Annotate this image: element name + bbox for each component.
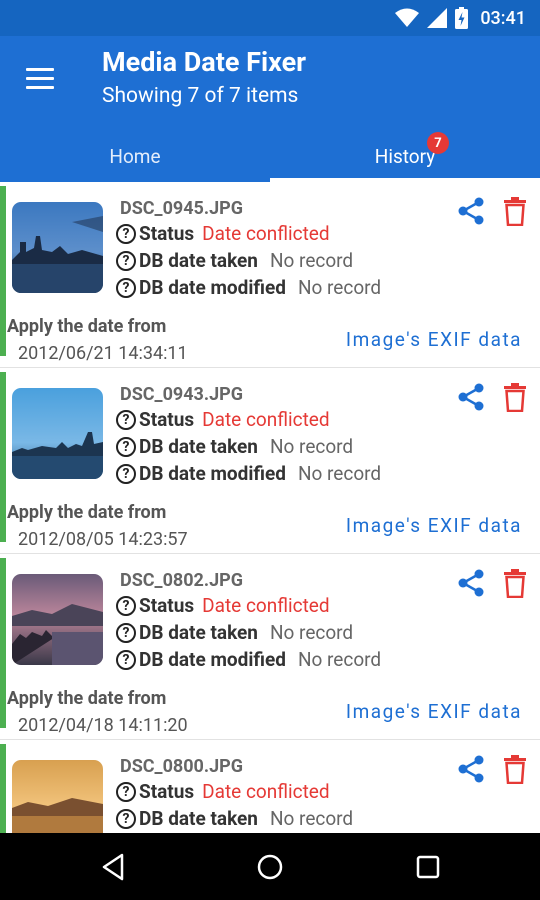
date-source-link[interactable]: Image's EXIF data xyxy=(346,514,522,537)
share-icon[interactable] xyxy=(456,382,486,412)
status-bar: 03:41 xyxy=(0,0,540,36)
tab-history-label: History xyxy=(374,144,436,168)
help-icon[interactable]: ? xyxy=(116,622,136,643)
list-item[interactable]: DSC_0800.JPG ? Status Date conflicted ? … xyxy=(0,740,540,833)
apply-date-label: Apply the date from xyxy=(7,688,167,709)
status-icons: 03:41 xyxy=(395,6,526,30)
file-name: DSC_0943.JPG xyxy=(120,384,244,405)
status-label: Status xyxy=(139,780,195,803)
app-bar: Media Date Fixer Showing 7 of 7 items Ho… xyxy=(0,36,540,182)
help-icon[interactable]: ? xyxy=(116,595,136,616)
db-modified-value: No record xyxy=(297,276,382,299)
db-taken-label: DB date taken xyxy=(139,807,258,830)
item-accent-bar xyxy=(0,372,6,542)
file-name: DSC_0800.JPG xyxy=(120,756,244,777)
battery-icon xyxy=(455,7,469,29)
list-item[interactable]: DSC_0945.JPG ? Status Date conflicted ? … xyxy=(0,182,540,368)
share-icon[interactable] xyxy=(456,754,486,784)
delete-icon[interactable] xyxy=(502,754,528,784)
help-icon[interactable]: ? xyxy=(116,808,136,829)
status-value: Date conflicted xyxy=(202,222,330,245)
back-icon[interactable] xyxy=(98,851,130,883)
item-accent-bar xyxy=(0,744,6,833)
db-taken-row: ? DB date taken No record xyxy=(116,807,353,830)
date-source-link[interactable]: Image's EXIF data xyxy=(346,700,522,723)
share-icon[interactable] xyxy=(456,196,486,226)
tab-home[interactable]: Home xyxy=(0,130,270,182)
db-modified-value: No record xyxy=(297,648,382,671)
apply-date-value: 2012/08/05 14:23:57 xyxy=(18,529,188,550)
item-accent-bar xyxy=(0,186,6,356)
db-taken-row: ? DB date taken No record xyxy=(116,249,353,272)
history-count-badge: 7 xyxy=(427,132,449,154)
db-taken-value: No record xyxy=(269,435,354,458)
apply-date-label: Apply the date from xyxy=(7,316,167,337)
db-taken-label: DB date taken xyxy=(139,621,258,644)
apply-date-value: 2012/04/18 14:11:20 xyxy=(18,715,188,736)
db-taken-row: ? DB date taken No record xyxy=(116,435,353,458)
tab-home-label: Home xyxy=(109,144,161,168)
file-name: DSC_0945.JPG xyxy=(120,198,244,219)
db-taken-value: No record xyxy=(269,807,354,830)
status-row: ? Status Date conflicted xyxy=(116,408,330,431)
status-row: ? Status Date conflicted xyxy=(116,780,330,803)
db-modified-value: No record xyxy=(297,462,382,485)
status-time: 03:41 xyxy=(480,7,526,29)
status-value: Date conflicted xyxy=(202,780,330,803)
photo-thumbnail[interactable] xyxy=(12,202,103,293)
signal-icon xyxy=(427,8,448,28)
photo-thumbnail[interactable] xyxy=(12,574,103,665)
status-label: Status xyxy=(139,222,195,245)
status-value: Date conflicted xyxy=(202,408,330,431)
tab-history[interactable]: History 7 xyxy=(270,130,540,182)
photo-thumbnail[interactable] xyxy=(12,388,103,479)
status-label: Status xyxy=(139,594,195,617)
db-taken-label: DB date taken xyxy=(139,435,258,458)
status-label: Status xyxy=(139,408,195,431)
help-icon[interactable]: ? xyxy=(116,649,136,670)
help-icon[interactable]: ? xyxy=(116,277,136,298)
db-taken-row: ? DB date taken No record xyxy=(116,621,353,644)
date-source-link[interactable]: Image's EXIF data xyxy=(346,328,522,351)
help-icon[interactable]: ? xyxy=(116,463,136,484)
photo-thumbnail[interactable] xyxy=(12,760,103,833)
help-icon[interactable]: ? xyxy=(116,223,136,244)
delete-icon[interactable] xyxy=(502,196,528,226)
home-icon[interactable] xyxy=(254,851,286,883)
list-item[interactable]: DSC_0943.JPG ? Status Date conflicted ? … xyxy=(0,368,540,554)
db-modified-row: ? DB date modified No record xyxy=(116,276,381,299)
db-modified-label: DB date modified xyxy=(139,648,286,671)
menu-button[interactable] xyxy=(22,64,58,94)
db-modified-row: ? DB date modified No record xyxy=(116,648,381,671)
recents-icon[interactable] xyxy=(412,851,444,883)
history-list[interactable]: DSC_0945.JPG ? Status Date conflicted ? … xyxy=(0,182,540,833)
db-taken-value: No record xyxy=(269,249,354,272)
app-subtitle: Showing 7 of 7 items xyxy=(102,84,299,108)
help-icon[interactable]: ? xyxy=(116,409,136,430)
help-icon[interactable]: ? xyxy=(116,250,136,271)
status-row: ? Status Date conflicted xyxy=(116,594,330,617)
status-value: Date conflicted xyxy=(202,594,330,617)
file-name: DSC_0802.JPG xyxy=(120,570,244,591)
db-taken-label: DB date taken xyxy=(139,249,258,272)
list-item[interactable]: DSC_0802.JPG ? Status Date conflicted ? … xyxy=(0,554,540,740)
wifi-icon xyxy=(395,8,420,27)
apply-date-value: 2012/06/21 14:34:11 xyxy=(18,343,188,364)
db-modified-label: DB date modified xyxy=(139,276,286,299)
delete-icon[interactable] xyxy=(502,568,528,598)
tab-bar: Home History 7 xyxy=(0,130,540,182)
status-row: ? Status Date conflicted xyxy=(116,222,330,245)
db-taken-value: No record xyxy=(269,621,354,644)
apply-date-label: Apply the date from xyxy=(7,502,167,523)
app-title: Media Date Fixer xyxy=(102,46,307,78)
system-nav-bar xyxy=(0,833,540,900)
db-modified-label: DB date modified xyxy=(139,462,286,485)
share-icon[interactable] xyxy=(456,568,486,598)
help-icon[interactable]: ? xyxy=(116,436,136,457)
item-accent-bar xyxy=(0,558,6,728)
delete-icon[interactable] xyxy=(502,382,528,412)
help-icon[interactable]: ? xyxy=(116,781,136,802)
db-modified-row: ? DB date modified No record xyxy=(116,462,381,485)
